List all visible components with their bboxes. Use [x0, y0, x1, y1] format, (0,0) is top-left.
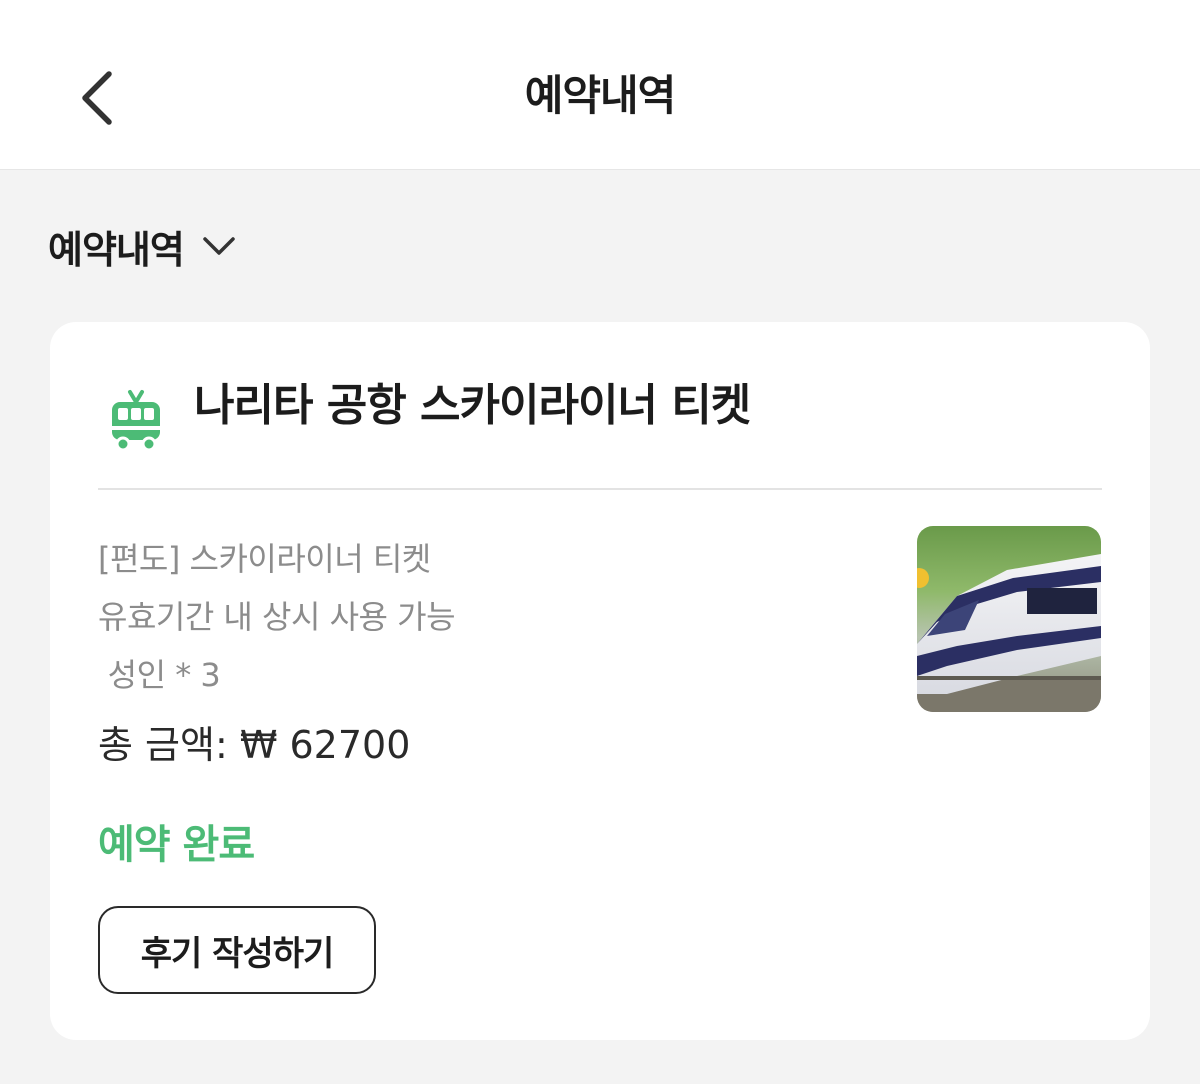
- reservation-filter-dropdown[interactable]: 예약내역: [48, 216, 236, 276]
- card-header: 나리타 공항 스카이라이너 티켓: [108, 374, 1102, 484]
- option-line: 유효기간 내 상시 사용 가능: [98, 598, 456, 636]
- product-title: 나리타 공항 스카이라이너 티켓: [194, 380, 751, 431]
- total-amount: 총 금액: ₩ 62700: [98, 723, 411, 767]
- option-line: 성인 * 3: [98, 656, 221, 694]
- filter-label: 예약내역: [48, 227, 185, 272]
- train-image: [917, 526, 1101, 712]
- option-line: [편도] 스카이라이너 티켓: [98, 540, 431, 578]
- reservation-card[interactable]: 나리타 공항 스카이라이너 티켓 [편도] 스카이라이너 티켓 유효기간 내 상…: [50, 322, 1150, 1040]
- chevron-down-icon: [203, 237, 235, 255]
- product-thumbnail[interactable]: [917, 526, 1101, 712]
- write-review-button[interactable]: 후기 작성하기: [98, 906, 376, 994]
- top-app-bar: 예약내역: [0, 0, 1200, 170]
- tram-icon: [112, 390, 160, 452]
- page-title: 예약내역: [524, 71, 677, 120]
- status-badge: 예약 완료: [98, 822, 255, 868]
- divider: [98, 488, 1102, 490]
